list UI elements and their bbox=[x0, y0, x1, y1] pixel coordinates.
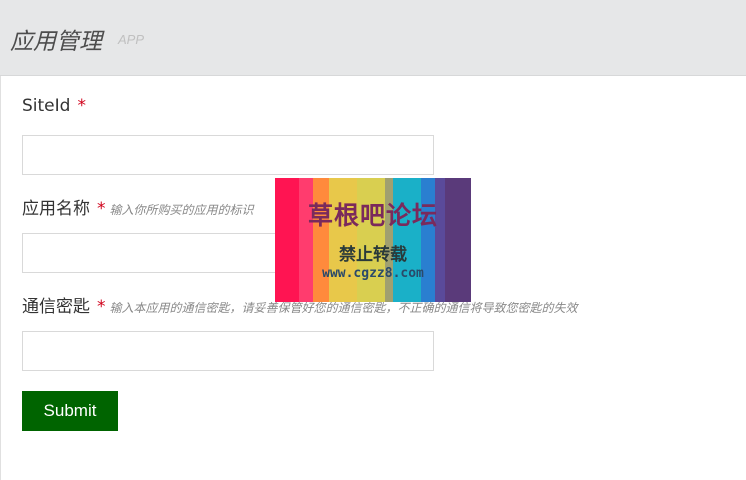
secret-key-label: 通信密匙 bbox=[22, 297, 90, 317]
siteid-label-row: SiteId * bbox=[22, 96, 86, 120]
app-page: 应用管理 APP SiteId * 应用名称 * 输入你所购买的应用的标识 通信… bbox=[0, 0, 746, 480]
page-header: 应用管理 APP bbox=[0, 0, 746, 76]
required-mark: * bbox=[97, 199, 106, 219]
watermark-url: www.cgzz8.com bbox=[322, 266, 424, 281]
watermark-subtitle: 禁止转载 bbox=[339, 245, 407, 265]
app-name-hint: 输入你所购买的应用的标识 bbox=[109, 203, 254, 217]
required-mark: * bbox=[77, 96, 86, 116]
watermark-logo: 草根吧论坛 禁止转载 www.cgzz8.com bbox=[275, 178, 471, 302]
siteid-label: SiteId bbox=[22, 96, 71, 116]
page-title: 应用管理 bbox=[10, 29, 102, 55]
watermark-title: 草根吧论坛 bbox=[307, 201, 438, 230]
app-name-label: 应用名称 bbox=[22, 199, 90, 219]
secret-key-input[interactable] bbox=[22, 331, 434, 371]
siteid-input[interactable] bbox=[22, 135, 434, 175]
page-subtitle: APP bbox=[118, 32, 145, 47]
required-mark: * bbox=[97, 297, 106, 317]
submit-button[interactable]: Submit bbox=[22, 391, 118, 431]
app-name-label-row: 应用名称 * 输入你所购买的应用的标识 bbox=[22, 194, 254, 219]
